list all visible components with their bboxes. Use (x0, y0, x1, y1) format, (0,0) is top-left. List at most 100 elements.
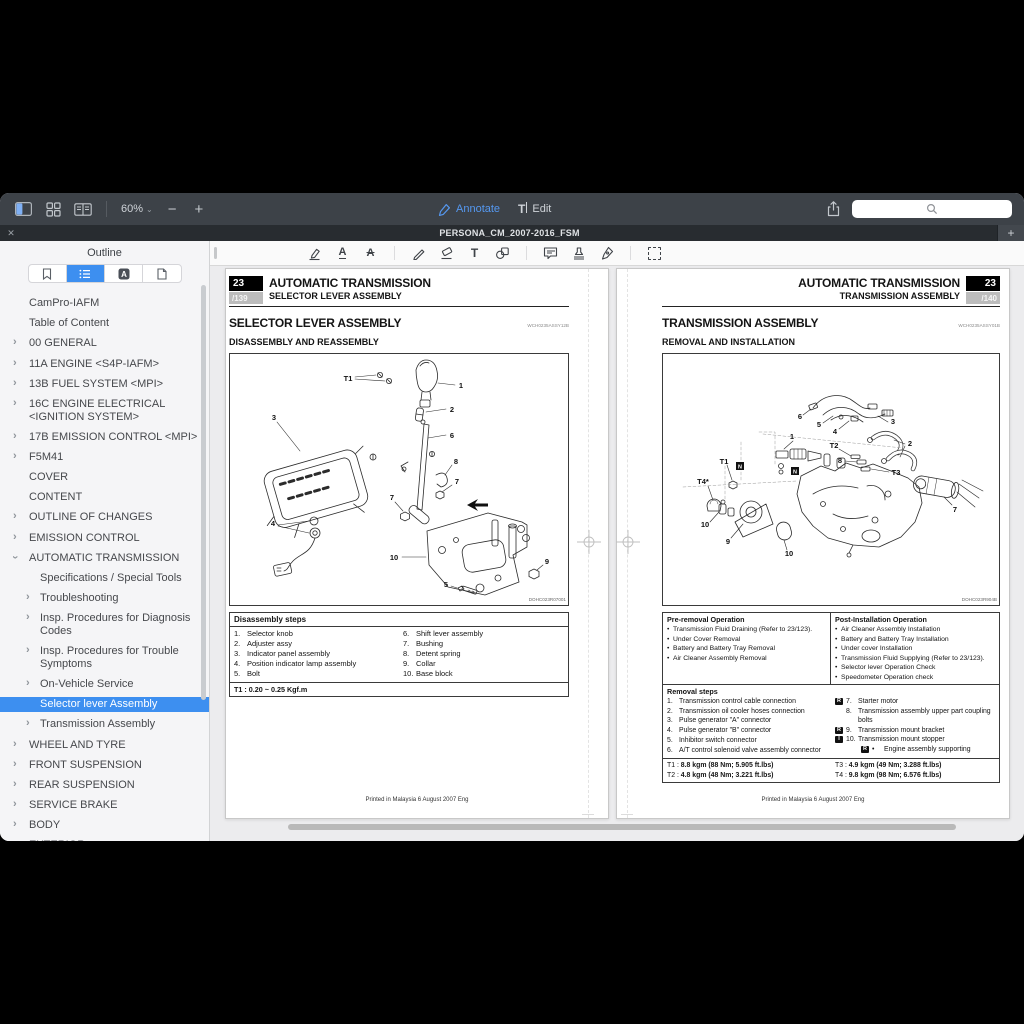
disclosure-chevron-icon[interactable] (13, 838, 23, 841)
callout-T2: T2 (830, 441, 839, 450)
signature-pen-icon[interactable] (598, 245, 615, 262)
removal-step: 6.A/T control solenoid valve assembly co… (667, 746, 827, 755)
outline-item[interactable]: COVER (0, 470, 209, 485)
thumbnails-grid-icon[interactable] (44, 200, 62, 218)
outline-item[interactable]: Specifications / Special Tools (0, 571, 209, 586)
pencil-icon[interactable] (410, 245, 427, 262)
outline-item[interactable]: Transmission Assembly (0, 717, 209, 732)
tab-pages[interactable] (143, 265, 180, 282)
highlight-icon[interactable] (306, 245, 323, 262)
zoom-out-button[interactable]: − (165, 202, 180, 217)
add-tab-button[interactable]: + (997, 225, 1024, 241)
text-tool-icon[interactable]: T (466, 245, 483, 262)
outline-item-label: 11A ENGINE <S4P-IAFM> (29, 358, 159, 370)
removal-step: 4.Pulse generator "B" connector (667, 726, 827, 735)
outline-item[interactable]: AUTOMATIC TRANSMISSION (0, 551, 209, 566)
torque-column-2: T3 : 4.9 kgm (49 Nm; 3.288 ft.lbs)T4 : 9… (831, 759, 999, 782)
disclosure-chevron-icon[interactable] (13, 510, 23, 522)
page-view-icon[interactable] (74, 200, 92, 218)
zoom-in-button[interactable]: + (192, 202, 207, 217)
sidebar-toggle-icon[interactable] (14, 200, 32, 218)
outline-item[interactable]: CamPro-IAFM (0, 296, 209, 311)
outline-item[interactable]: Table of Content (0, 316, 209, 331)
disclosure-chevron-icon[interactable] (13, 450, 23, 462)
disclosure-chevron-icon[interactable] (26, 611, 36, 623)
disclosure-chevron-icon[interactable] (13, 336, 23, 348)
outline-item[interactable]: On-Vehicle Service (0, 677, 209, 692)
disclosure-chevron-icon[interactable] (26, 644, 36, 656)
figure-code: DOHC023R07001 (529, 597, 567, 602)
toolbar-divider (630, 246, 631, 260)
operation-item: Battery and Battery Tray Removal (667, 644, 826, 653)
annotate-mode-button[interactable]: Annotate (438, 203, 500, 216)
callout-7b: 7 (390, 493, 394, 502)
outline-item[interactable]: WHEEL AND TYRE (0, 738, 209, 753)
callout-N: N (738, 465, 742, 471)
disclosure-chevron-icon[interactable] (13, 531, 23, 543)
shapes-icon[interactable] (494, 245, 511, 262)
disclosure-chevron-icon[interactable] (13, 798, 23, 810)
eraser-icon[interactable] (438, 245, 455, 262)
outline-item[interactable]: Troubleshooting (0, 591, 209, 606)
callout-9: 9 (726, 537, 730, 546)
callout-3: 3 (891, 417, 895, 426)
horizontal-scrollbar[interactable] (288, 824, 956, 830)
tab-outline[interactable] (67, 265, 105, 282)
disclosure-chevron-icon[interactable] (13, 758, 23, 770)
page-left[interactable]: 23 /139 AUTOMATIC TRANSMISSION SELECTOR … (225, 268, 609, 819)
outline-item[interactable]: 11A ENGINE <S4P-IAFM> (0, 357, 209, 372)
sidebar-scrollbar[interactable] (201, 285, 206, 700)
disclosure-chevron-icon[interactable] (13, 397, 23, 409)
outline-item[interactable]: F5M41 (0, 450, 209, 465)
disclosure-chevron-icon[interactable] (13, 778, 23, 790)
disclosure-chevron-icon[interactable] (13, 818, 23, 830)
disclosure-chevron-icon[interactable] (26, 677, 36, 689)
close-tab-icon[interactable]: ✕ (0, 225, 22, 241)
disclosure-chevron-icon[interactable] (13, 377, 23, 389)
outline-item[interactable]: 13B FUEL SYSTEM <MPI> (0, 377, 209, 392)
outline-item[interactable]: REAR SUSPENSION (0, 778, 209, 793)
callout-N2: N (793, 470, 797, 476)
outline-item[interactable]: 00 GENERAL (0, 336, 209, 351)
disclosure-chevron-icon[interactable] (26, 717, 36, 729)
section-code: WCH0235ASSY01B (958, 323, 1000, 328)
strikethrough-icon[interactable]: A (362, 245, 379, 262)
zoom-level-select[interactable]: 60% ⌄ (121, 203, 153, 215)
torque-value: 0.20 ~ 0.25 Kgf.m (249, 685, 308, 694)
registration-mark-icon (615, 529, 641, 555)
disclosure-chevron-icon[interactable] (13, 551, 23, 563)
document-tab-title[interactable]: PERSONA_CM_2007-2016_FSM (22, 225, 997, 241)
outline-item[interactable]: Selector lever Assembly (0, 697, 209, 712)
stamp-icon[interactable] (570, 245, 587, 262)
operation-item: Under cover Installation (835, 644, 995, 653)
page-right[interactable]: AUTOMATIC TRANSMISSION TRANSMISSION ASSE… (616, 268, 1010, 819)
disclosure-chevron-icon[interactable] (13, 738, 23, 750)
outline-item[interactable]: 17B EMISSION CONTROL <MPI> (0, 430, 209, 445)
outline-item[interactable]: FRONT SUSPENSION (0, 758, 209, 773)
selection-icon[interactable] (646, 245, 663, 262)
outline-item[interactable]: OUTLINE OF CHANGES (0, 510, 209, 525)
edit-mode-button[interactable]: T Edit (518, 202, 551, 216)
share-icon[interactable] (824, 200, 842, 218)
search-input[interactable] (852, 200, 1012, 218)
underline-icon[interactable]: A (334, 245, 351, 262)
outline-item[interactable]: SERVICE BRAKE (0, 798, 209, 813)
outline-item[interactable]: Insp. Procedures for Trouble Symptoms (0, 644, 209, 671)
outline-item[interactable]: 16C ENGINE ELECTRICAL <IGNITION SYSTEM> (0, 397, 209, 424)
outline-item[interactable]: CONTENT (0, 490, 209, 505)
note-comment-icon[interactable] (542, 245, 559, 262)
disclosure-chevron-icon[interactable] (13, 430, 23, 442)
outline-item[interactable]: Insp. Procedures for Diagnosis Codes (0, 611, 209, 638)
outline-item[interactable]: BODY (0, 818, 209, 833)
outline-item-label: Selector lever Assembly (40, 698, 157, 710)
outline-item[interactable]: EMISSION CONTROL (0, 531, 209, 546)
disclosure-chevron-icon[interactable] (13, 357, 23, 369)
disclosure-chevron-icon[interactable] (26, 591, 36, 603)
outline-item[interactable]: EXTERIOR (0, 838, 209, 841)
tab-bookmarks[interactable] (29, 265, 67, 282)
operation-item: Transmission Fluid Draining (Refer to 23… (667, 625, 826, 634)
removal-step: 3.Pulse generator "A" connector (667, 716, 827, 725)
toolbar-drag-handle[interactable] (214, 247, 217, 259)
tab-annotations[interactable]: A (105, 265, 143, 282)
outline-item-label: 16C ENGINE ELECTRICAL <IGNITION SYSTEM> (29, 398, 165, 423)
